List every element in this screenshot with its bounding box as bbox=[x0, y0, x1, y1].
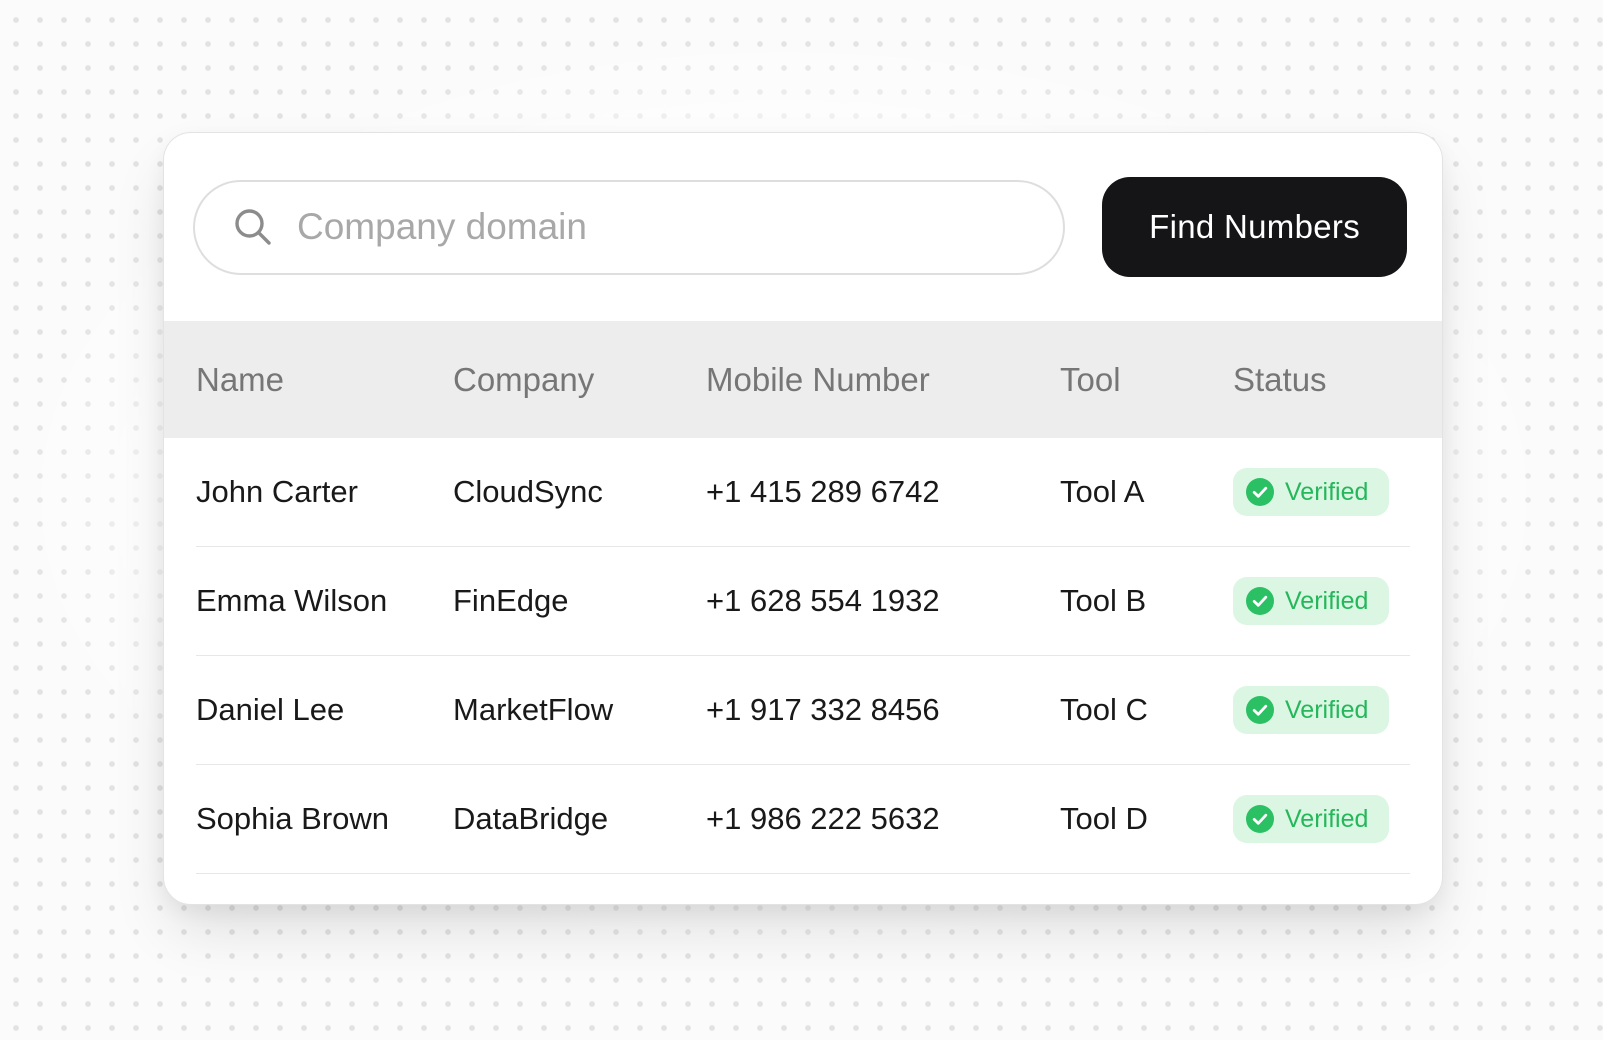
cell-tool: Tool C bbox=[1060, 692, 1148, 727]
check-circle-icon bbox=[1246, 805, 1274, 833]
search-input[interactable] bbox=[297, 206, 1034, 248]
cell-company: CloudSync bbox=[453, 474, 603, 509]
cell-company: FinEdge bbox=[453, 583, 569, 618]
verified-badge: Verified bbox=[1233, 577, 1390, 625]
cell-status: Verified bbox=[1233, 577, 1410, 625]
table-row: Emma Wilson FinEdge +1 628 554 1932 Tool… bbox=[196, 547, 1410, 656]
status-badge-label: Verified bbox=[1285, 695, 1369, 724]
check-circle-icon bbox=[1246, 696, 1274, 724]
cell-name: Daniel Lee bbox=[196, 692, 345, 727]
column-header-name: Name bbox=[196, 360, 285, 398]
cell-tool: Tool D bbox=[1060, 801, 1148, 836]
check-circle-icon bbox=[1246, 587, 1274, 615]
find-numbers-button[interactable]: Find Numbers bbox=[1102, 177, 1407, 277]
table-row: John Carter CloudSync +1 415 289 6742 To… bbox=[196, 438, 1410, 547]
column-header-tool: Tool bbox=[1060, 360, 1121, 398]
table-row: Sophia Brown DataBridge +1 986 222 5632 … bbox=[196, 765, 1410, 874]
cell-tool: Tool B bbox=[1060, 583, 1147, 618]
verified-badge: Verified bbox=[1233, 795, 1390, 843]
column-header-company: Company bbox=[453, 360, 595, 398]
cell-mobile: +1 986 222 5632 bbox=[706, 801, 940, 836]
cell-company: DataBridge bbox=[453, 801, 609, 836]
verified-badge: Verified bbox=[1233, 686, 1390, 734]
status-badge-label: Verified bbox=[1285, 586, 1369, 615]
cell-mobile: +1 917 332 8456 bbox=[706, 692, 940, 727]
cell-name: John Carter bbox=[196, 474, 358, 509]
status-badge-label: Verified bbox=[1285, 804, 1369, 833]
verified-badge: Verified bbox=[1233, 468, 1390, 516]
check-circle-icon bbox=[1246, 478, 1274, 506]
cell-status: Verified bbox=[1233, 686, 1410, 734]
cell-status: Verified bbox=[1233, 795, 1410, 843]
cell-name: Sophia Brown bbox=[196, 801, 390, 836]
cell-tool: Tool A bbox=[1060, 474, 1145, 509]
cell-status: Verified bbox=[1233, 468, 1410, 516]
cell-mobile: +1 628 554 1932 bbox=[706, 583, 940, 618]
table-row: Daniel Lee MarketFlow +1 917 332 8456 To… bbox=[196, 656, 1410, 765]
cell-company: MarketFlow bbox=[453, 692, 614, 727]
status-badge-label: Verified bbox=[1285, 477, 1369, 506]
table-body: John Carter CloudSync +1 415 289 6742 To… bbox=[164, 438, 1442, 904]
cell-name: Emma Wilson bbox=[196, 583, 388, 618]
search-bar: Find Numbers bbox=[164, 133, 1442, 321]
search-icon bbox=[231, 205, 275, 249]
table-header: Name Company Mobile Number Tool Status bbox=[164, 321, 1442, 438]
cell-mobile: +1 415 289 6742 bbox=[706, 474, 940, 509]
finder-card: Find Numbers Name Company Mobile Number … bbox=[163, 132, 1443, 905]
search-field[interactable] bbox=[193, 179, 1066, 275]
column-header-mobile: Mobile Number bbox=[706, 360, 930, 398]
column-header-status: Status bbox=[1233, 360, 1327, 398]
